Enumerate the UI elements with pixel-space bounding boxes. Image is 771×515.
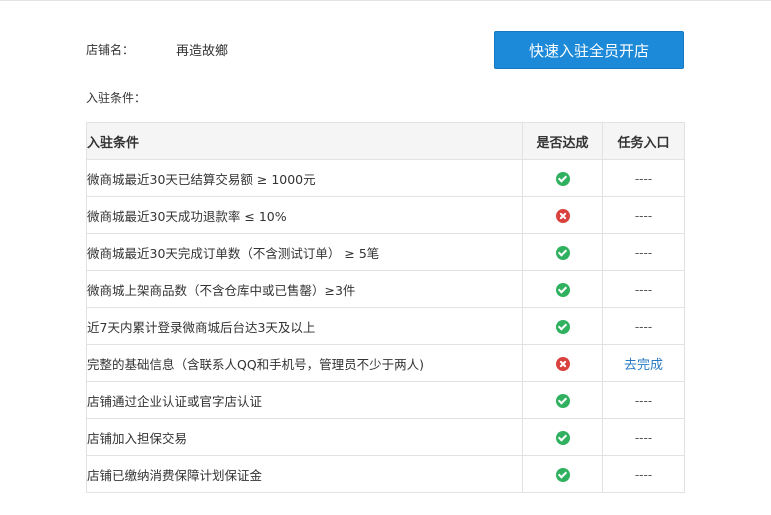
check-circle-icon — [555, 319, 570, 334]
table-header-row: 入驻条件 是否达成 任务入口 — [86, 122, 685, 160]
task-cell: ---- — [602, 233, 685, 271]
task-cell: ---- — [602, 307, 685, 345]
condition-text: 微商城最近30天成功退款率 ≤ 10% — [86, 196, 523, 234]
achieved-cell — [522, 270, 603, 308]
task-placeholder: ---- — [634, 467, 653, 482]
table-row: 微商城最近30天完成订单数（不含测试订单） ≥ 5笔 ---- — [86, 233, 685, 271]
complete-task-link[interactable]: 去完成 — [624, 358, 663, 373]
table-row: 店铺通过企业认证或官字店认证 ---- — [86, 381, 685, 419]
condition-text: 店铺通过企业认证或官字店认证 — [86, 381, 523, 419]
achieved-cell — [522, 196, 603, 234]
task-placeholder: ---- — [634, 245, 653, 260]
achieved-cell — [522, 344, 603, 382]
table-row: 完整的基础信息（含联系人QQ和手机号，管理员不少于两人) 去完成 — [86, 344, 685, 382]
condition-text: 微商城最近30天已结算交易额 ≥ 1000元 — [86, 159, 523, 197]
achieved-cell — [522, 159, 603, 197]
task-placeholder: ---- — [634, 319, 653, 334]
header-task: 任务入口 — [602, 122, 685, 160]
task-cell: ---- — [602, 381, 685, 419]
task-cell: ---- — [602, 455, 685, 493]
top-divider — [0, 0, 771, 1]
header-condition: 入驻条件 — [86, 122, 523, 160]
x-circle-icon — [555, 208, 570, 223]
table-row: 近7天内累计登录微商城后台达3天及以上 ---- — [86, 307, 685, 345]
task-cell: ---- — [602, 196, 685, 234]
achieved-cell — [522, 418, 603, 456]
condition-text: 微商城上架商品数（不含仓库中或已售罄）≥3件 — [86, 270, 523, 308]
check-circle-icon — [555, 171, 570, 186]
task-cell: ---- — [602, 418, 685, 456]
condition-text: 微商城最近30天完成订单数（不含测试订单） ≥ 5笔 — [86, 233, 523, 271]
quick-join-button[interactable]: 快速入驻全员开店 — [494, 31, 684, 69]
task-placeholder: ---- — [634, 282, 653, 297]
achieved-cell — [522, 307, 603, 345]
table-row: 微商城上架商品数（不含仓库中或已售罄）≥3件 ---- — [86, 270, 685, 308]
achieved-cell — [522, 455, 603, 493]
condition-text: 近7天内累计登录微商城后台达3天及以上 — [86, 307, 523, 345]
achieved-cell — [522, 381, 603, 419]
check-circle-icon — [555, 430, 570, 445]
x-circle-icon — [555, 356, 570, 371]
task-cell: ---- — [602, 159, 685, 197]
task-placeholder: ---- — [634, 430, 653, 445]
check-circle-icon — [555, 467, 570, 482]
conditions-section-label: 入驻条件： — [86, 91, 147, 105]
condition-text: 完整的基础信息（含联系人QQ和手机号，管理员不少于两人) — [86, 344, 523, 382]
task-cell: ---- — [602, 270, 685, 308]
conditions-table: 入驻条件 是否达成 任务入口 微商城最近30天已结算交易额 ≥ 1000元 ---… — [86, 122, 685, 493]
condition-text: 店铺加入担保交易 — [86, 418, 523, 456]
task-placeholder: ---- — [634, 208, 653, 223]
header-achieved: 是否达成 — [522, 122, 603, 160]
check-circle-icon — [555, 282, 570, 297]
table-row: 店铺加入担保交易 ---- — [86, 418, 685, 456]
table-row: 微商城最近30天已结算交易额 ≥ 1000元 ---- — [86, 159, 685, 197]
task-cell: 去完成 — [602, 344, 685, 382]
condition-text: 店铺已缴纳消费保障计划保证金 — [86, 455, 523, 493]
table-row: 微商城最近30天成功退款率 ≤ 10% ---- — [86, 196, 685, 234]
table-row: 店铺已缴纳消费保障计划保证金 ---- — [86, 455, 685, 493]
store-name-value: 再造故鄉 — [176, 44, 229, 59]
check-circle-icon — [555, 393, 570, 408]
check-circle-icon — [555, 245, 570, 260]
task-placeholder: ---- — [634, 171, 653, 186]
store-name-label: 店铺名： — [86, 43, 135, 57]
achieved-cell — [522, 233, 603, 271]
task-placeholder: ---- — [634, 393, 653, 408]
